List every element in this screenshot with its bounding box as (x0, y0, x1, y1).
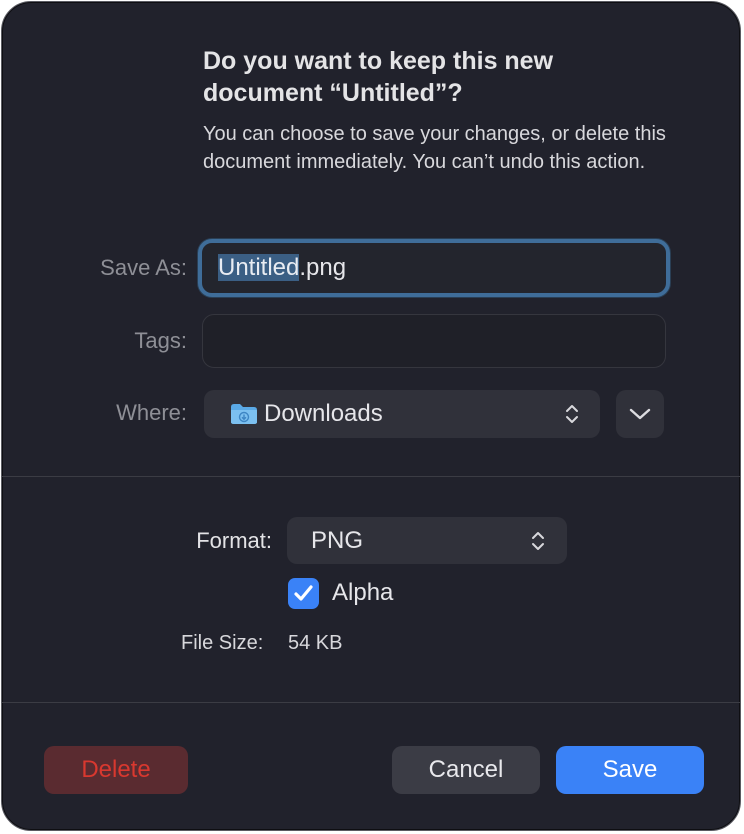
dialog-message: You can choose to save your changes, or … (203, 123, 666, 173)
file-size-label: File Size: (181, 632, 264, 654)
format-selected: PNG (311, 527, 364, 554)
divider (2, 702, 740, 703)
where-label: Where: (116, 400, 187, 425)
file-size-value: 54 KB (288, 632, 343, 654)
save-button[interactable]: Save (556, 746, 704, 794)
save-as-extension: .png (299, 254, 347, 281)
chevron-down-icon (629, 408, 651, 420)
format-label: Format: (196, 528, 272, 553)
divider (2, 476, 740, 477)
cancel-button[interactable]: Cancel (392, 746, 540, 794)
save-as-label: Save As: (100, 255, 187, 280)
where-popup[interactable]: Downloads (204, 390, 600, 438)
alpha-label: Alpha (332, 579, 394, 606)
folder-downloads-icon (231, 404, 257, 424)
save-dialog: Do you want to keep this new document “U… (1, 1, 741, 831)
save-as-field[interactable]: Untitled.png (198, 239, 670, 297)
where-selected: Downloads (264, 400, 383, 427)
tags-label: Tags: (134, 328, 187, 353)
expand-button[interactable] (616, 390, 664, 438)
dialog-title: Do you want to keep this new document “U… (203, 47, 554, 107)
save-as-value: Untitled.png (218, 254, 346, 282)
format-popup[interactable]: PNG (287, 517, 567, 564)
delete-button[interactable]: Delete (44, 746, 188, 794)
tags-field[interactable] (202, 314, 666, 368)
checkmark-icon (294, 585, 313, 601)
alpha-checkbox[interactable] (288, 578, 319, 609)
updown-chevron-icon (532, 532, 544, 550)
updown-chevron-icon (566, 405, 578, 423)
save-as-selected-text: Untitled (218, 254, 300, 281)
